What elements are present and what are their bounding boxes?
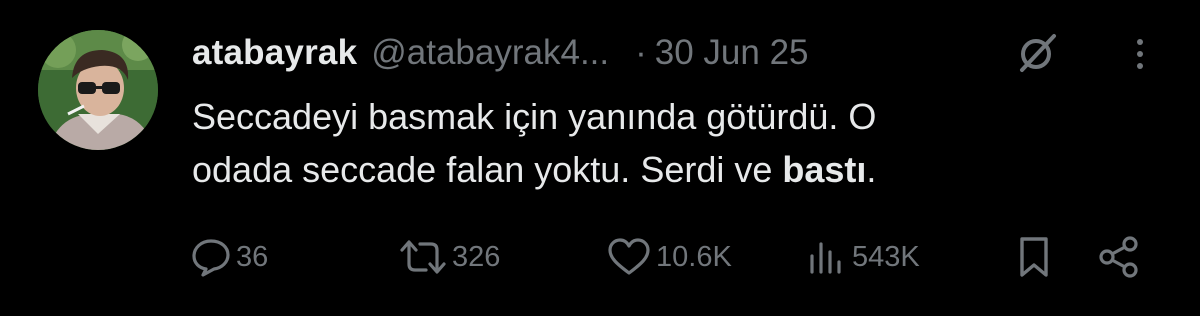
- bookmark-button[interactable]: [1014, 232, 1054, 282]
- share-icon: [1099, 236, 1138, 278]
- tweet-text: Seccadeyi basmak için yanında götürdü. O…: [192, 90, 1092, 196]
- repost-count: 326: [452, 240, 501, 273]
- like-count: 10.6K: [656, 240, 732, 273]
- tweet-text-line-2: odada seccade falan yoktu. Serdi ve bast…: [192, 143, 1092, 196]
- display-name[interactable]: atabayrak: [192, 33, 357, 73]
- avatar-image: [38, 30, 158, 150]
- user-handle[interactable]: @atabayrak4...: [371, 33, 609, 73]
- views-chart-icon: [810, 242, 841, 274]
- heart-icon: [608, 238, 650, 275]
- grok-icon[interactable]: [1014, 30, 1060, 76]
- reply-button[interactable]: 36: [190, 232, 268, 282]
- tweet-text-line-2-prefix: odada seccade falan yoktu. Serdi ve: [192, 149, 783, 190]
- reply-icon: [192, 239, 230, 277]
- tweet-date[interactable]: 30 Jun 25: [655, 33, 809, 73]
- like-button[interactable]: 10.6K: [606, 232, 732, 282]
- bookmark-icon: [1020, 237, 1048, 277]
- separator-dot: ·: [635, 33, 647, 72]
- tweet-text-line-2-suffix: .: [866, 149, 877, 190]
- avatar[interactable]: [38, 30, 158, 150]
- repost-icon: [400, 240, 446, 274]
- tweet-card[interactable]: atabayrak @atabayrak4... · 30 Jun 25 Sec…: [0, 0, 1200, 316]
- views-count: 543K: [852, 240, 920, 273]
- tweet-actions: 36 326 10.6K 543K: [0, 232, 1200, 282]
- tweet-header: atabayrak @atabayrak4... · 30 Jun 25: [192, 30, 1152, 76]
- tweet-text-line-1: Seccadeyi basmak için yanında götürdü. O: [192, 96, 877, 137]
- tweet-text-bold-word: bastı: [782, 149, 867, 190]
- share-button[interactable]: [1096, 232, 1142, 282]
- reply-count: 36: [236, 240, 269, 273]
- views-button[interactable]: 543K: [804, 232, 920, 282]
- repost-button[interactable]: 326: [398, 232, 500, 282]
- more-vertical-icon[interactable]: [1128, 34, 1152, 74]
